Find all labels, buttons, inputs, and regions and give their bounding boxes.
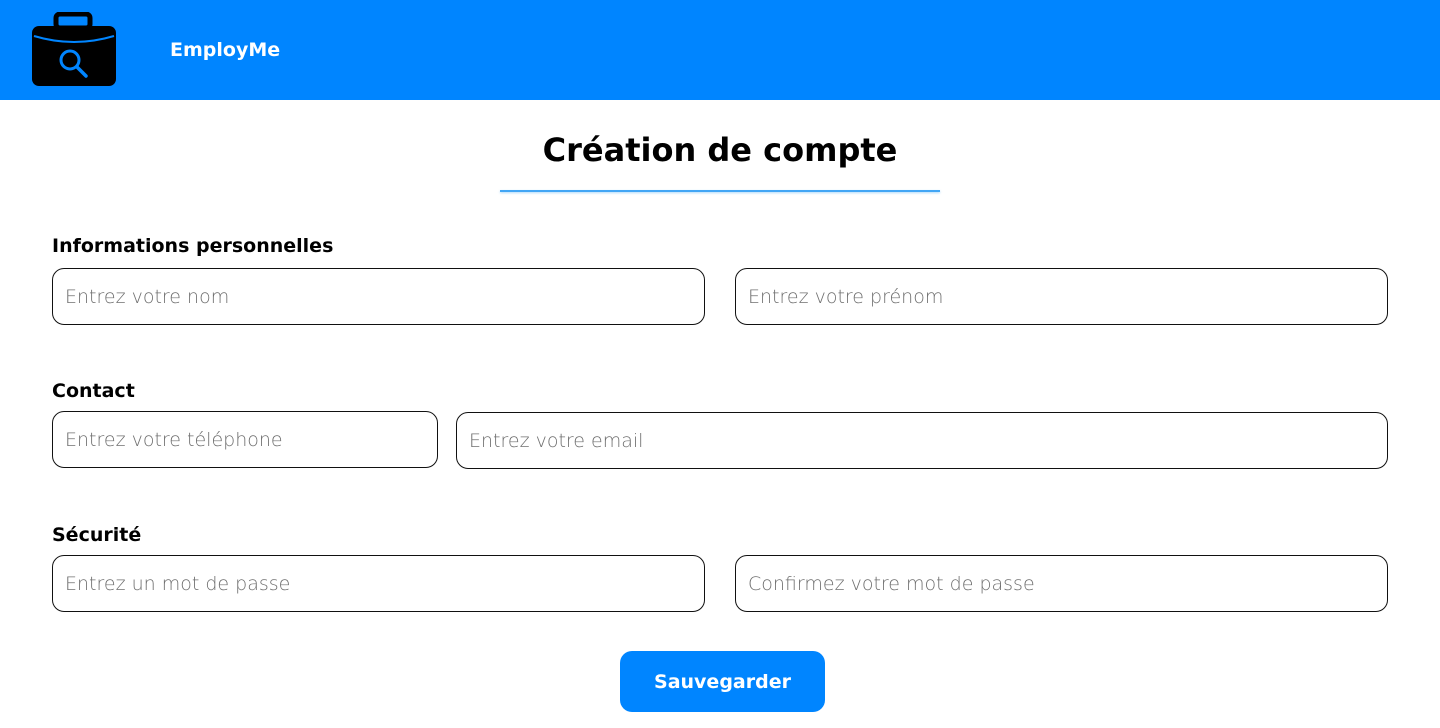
section-label-security: Sécurité [52,524,142,546]
section-label-personal: Informations personnelles [52,235,334,257]
save-button[interactable]: Sauvegarder [620,651,825,712]
phone-field[interactable] [52,411,438,468]
brand-name[interactable]: EmployMe [170,38,280,62]
email-field[interactable] [456,412,1388,469]
section-label-contact: Contact [52,380,135,402]
briefcase-search-icon[interactable] [30,12,118,88]
first-name-field[interactable] [735,268,1388,325]
title-underline [500,190,940,192]
password-field[interactable] [52,555,705,612]
page-title: Création de compte [542,131,898,169]
confirm-password-field[interactable] [735,555,1388,612]
last-name-field[interactable] [52,268,705,325]
app-header: EmployMe [0,0,1440,100]
